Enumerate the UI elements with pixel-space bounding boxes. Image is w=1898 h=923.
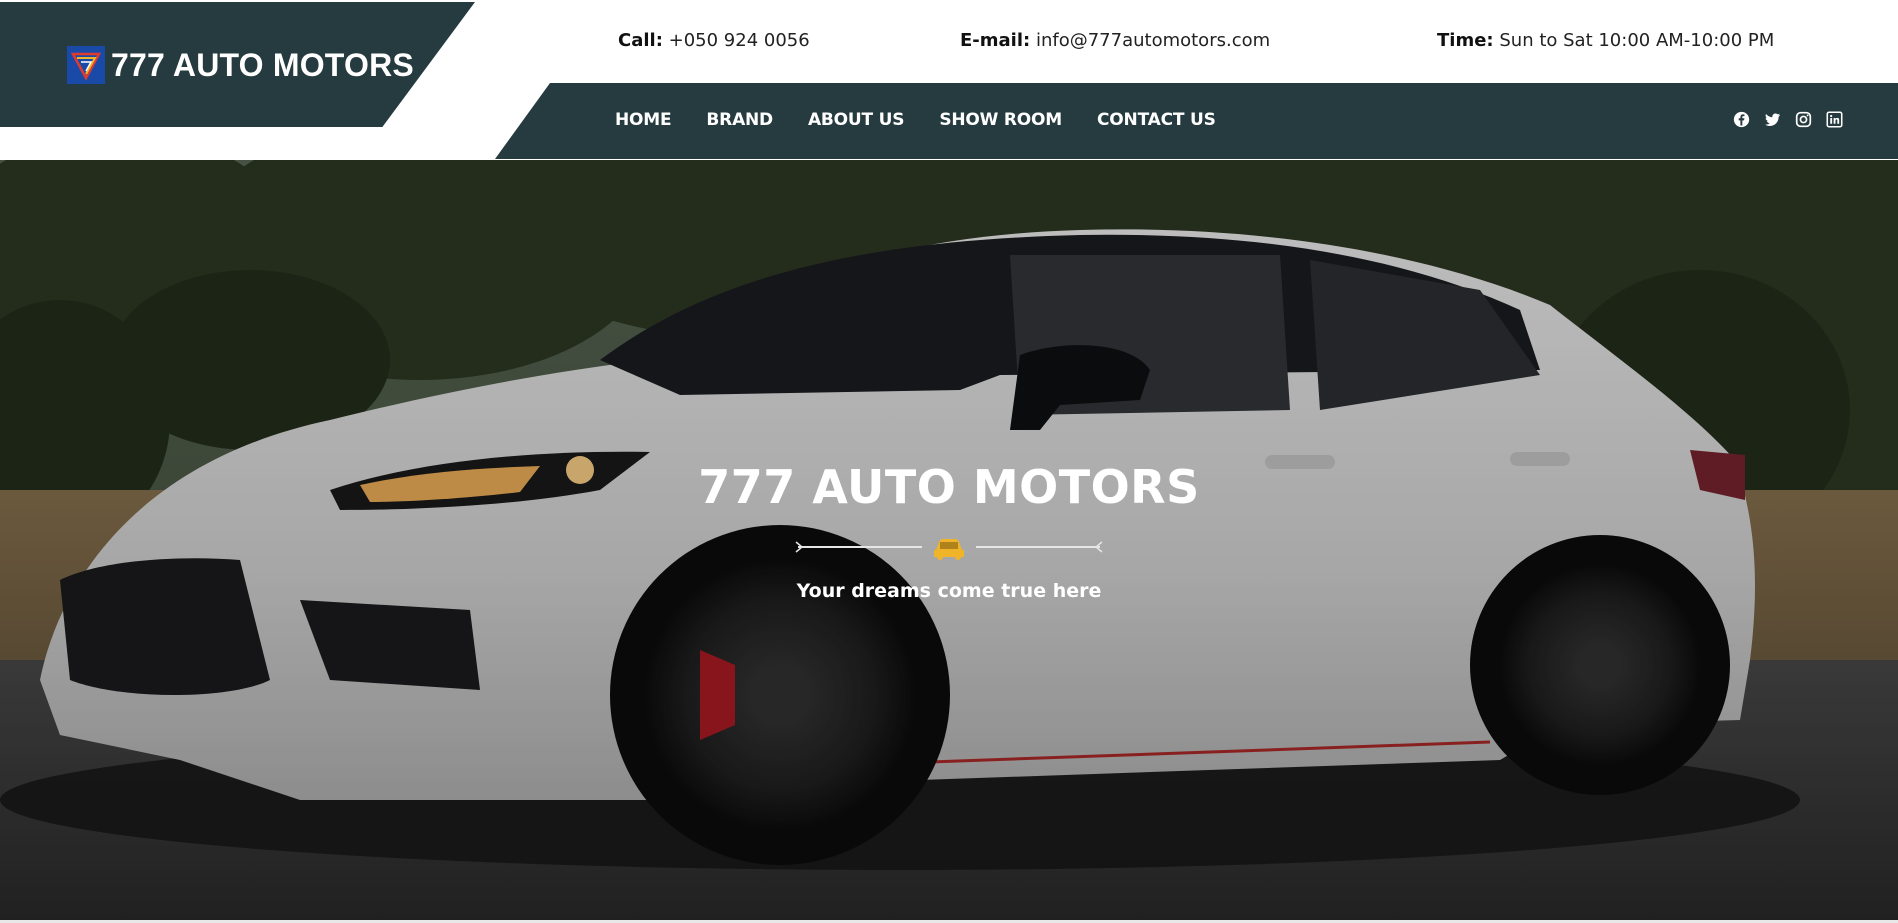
hero-divider: [795, 539, 1103, 560]
nav-item-about-us[interactable]: ABOUT US: [808, 110, 905, 130]
nav-item-contact-us[interactable]: CONTACT US: [1097, 110, 1216, 130]
contact-email[interactable]: E-mail: info@777automotors.com: [960, 30, 1270, 51]
main-nav: HOME BRAND ABOUT US SHOW ROOM CONTACT US: [495, 83, 1898, 159]
car-icon: [934, 539, 964, 560]
contact-hours: Time: Sun to Sat 10:00 AM-10:00 PM: [1437, 30, 1774, 51]
time-label: Time:: [1437, 30, 1494, 51]
nav-list: HOME BRAND ABOUT US SHOW ROOM CONTACT US: [615, 110, 1251, 130]
time-value: Sun to Sat 10:00 AM-10:00 PM: [1499, 30, 1775, 51]
call-label: Call:: [618, 30, 663, 51]
facebook-icon[interactable]: [1733, 111, 1750, 128]
nav-item-brand[interactable]: BRAND: [706, 110, 773, 130]
twitter-icon[interactable]: [1764, 111, 1781, 128]
hero-title: 777 AUTO MOTORS: [698, 460, 1200, 514]
email-value: info@777automotors.com: [1035, 30, 1271, 51]
nav-item-home[interactable]: HOME: [615, 110, 672, 130]
instagram-icon[interactable]: [1795, 111, 1812, 128]
call-value: +050 924 0056: [668, 30, 810, 51]
hero-subtitle: Your dreams come true here: [796, 580, 1102, 602]
email-label: E-mail:: [960, 30, 1031, 51]
hero-content: 777 AUTO MOTORS Your dreams come true he…: [0, 460, 1898, 602]
social-links: [1733, 111, 1843, 128]
site-header: 777 AUTO MOTORS Call: +050 924 0056 E-ma…: [0, 0, 1898, 160]
hero-section: 777 AUTO MOTORS Your dreams come true he…: [0, 160, 1898, 923]
linkedin-icon[interactable]: [1826, 111, 1843, 128]
contact-call[interactable]: Call: +050 924 0056: [618, 30, 810, 51]
nav-item-show-room[interactable]: SHOW ROOM: [939, 110, 1062, 130]
contact-bar: Call: +050 924 0056 E-mail: info@777auto…: [0, 0, 1898, 83]
